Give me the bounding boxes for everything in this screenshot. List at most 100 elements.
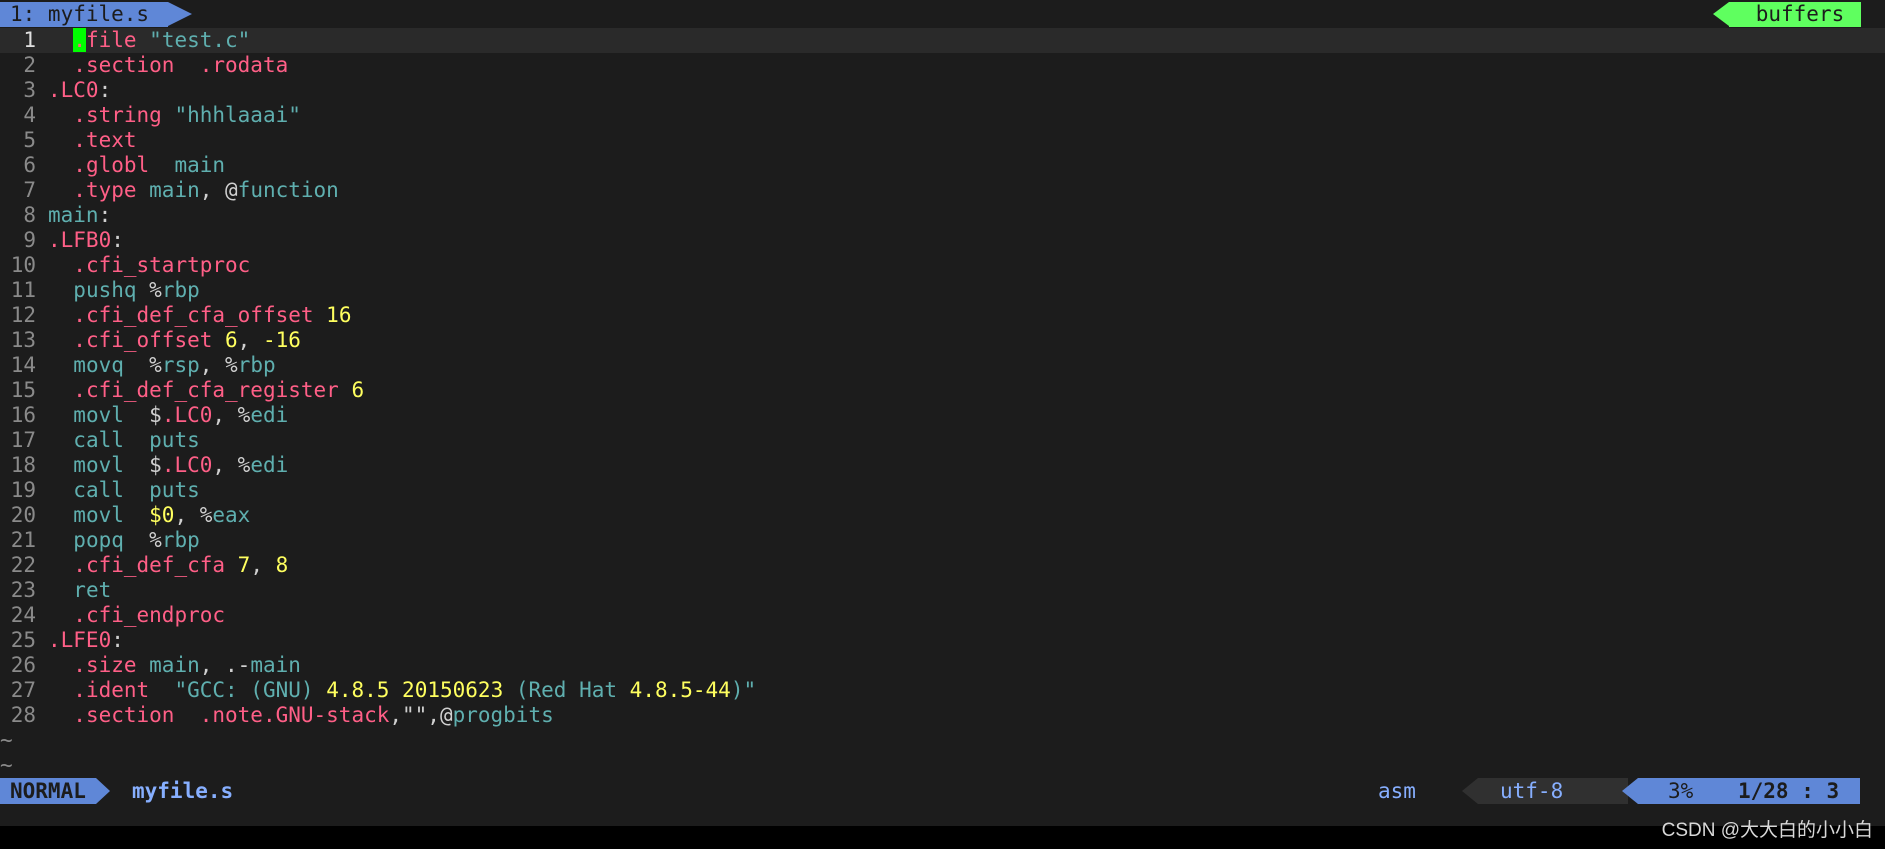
code-line[interactable]: 8 main: [0,203,1885,228]
status-position-box: 3% 1/28 : 3 [1638,778,1860,804]
code-text: movl $.LC0, %edi [48,453,288,478]
code-token: -16 [262,328,301,352]
code-token: )" [730,678,757,702]
line-number: 9 [23,228,36,252]
editor-buffer[interactable]: 1 .file "test.c" 2 .section .rodata 3 .LC0:… [0,28,1885,778]
code-text: call puts [48,428,199,453]
code-line[interactable]: 14 movq %rsp, %rbp [0,353,1885,378]
code-line[interactable]: 22 .cfi_def_cfa 7, 8 [0,553,1885,578]
line-number: 2 [23,53,36,77]
code-token: main [149,178,200,202]
code-token: call puts [73,478,200,502]
code-line[interactable]: 28 .section .note.GNU-stack,"",@progbits [0,703,1885,728]
code-line[interactable]: 20 movl $0, %eax [0,503,1885,528]
code-token: Red Hat [528,678,630,702]
code-text: .LFB0: [48,228,124,253]
code-text: .size main, .-main [48,653,301,678]
code-token: , % [212,403,251,427]
code-line[interactable]: 9 .LFB0: [0,228,1885,253]
code-text: .file "test.c" [48,28,250,53]
code-line[interactable]: 4 .string "hhhlaaai" [0,103,1885,128]
mode-arrow-separator [96,778,110,804]
tab-myfile[interactable]: 1: myfile.s [0,2,168,27]
code-token: file [85,28,150,52]
code-text: .cfi_startproc [48,253,250,278]
code-line[interactable]: 5 .text [0,128,1885,153]
code-line[interactable]: 24 .cfi_endproc [0,603,1885,628]
code-line[interactable]: 10 .cfi_startproc [0,253,1885,278]
code-token: : [98,203,112,227]
code-token: % [149,353,162,377]
line-number: 7 [23,178,36,202]
code-line[interactable]: 15 .cfi_def_cfa_register 6 [0,378,1885,403]
line-number: 15 [10,378,36,402]
line-number: 26 [10,653,36,677]
code-token: : [111,228,124,252]
code-line[interactable]: 23 ret [0,578,1885,603]
code-text: .cfi_def_cfa_register 6 [48,378,364,403]
buffers-label[interactable]: buffers [1729,2,1861,27]
line-number: 24 [10,603,36,627]
line-number: 20 [10,503,36,527]
line-number: 28 [10,703,36,727]
text-cursor: . [73,28,86,52]
code-token: , % [212,453,251,477]
code-line[interactable]: 6 .globl main [0,153,1885,178]
code-token: % [149,278,162,302]
code-token: .ident [73,678,175,702]
code-token: movq [73,353,150,377]
code-token: .LC0 [161,403,213,427]
code-token: $0 [149,503,175,527]
code-line[interactable]: 26 .size main, .-main [0,653,1885,678]
tabline: 1: myfile.s buffers [0,0,1885,28]
code-text: movl $0, %eax [48,503,250,528]
code-token: .LFE0 [48,628,112,652]
code-line[interactable]: 18 movl $.LC0, %edi [0,453,1885,478]
tab-arrow-separator [168,2,192,26]
code-line[interactable]: 3 .LC0: [0,78,1885,103]
code-text: ret [48,578,111,603]
code-text: .LFE0: [48,628,124,653]
code-token: rbp [161,278,200,302]
code-token: .cfi_offset [73,328,226,352]
code-token: 6 [351,378,365,402]
code-token: 8 [275,553,289,577]
code-line[interactable]: 25 .LFE0: [0,628,1885,653]
code-line[interactable]: 21 popq %rbp [0,528,1885,553]
code-line[interactable]: 27 .ident "GCC: (GNU) 4.8.5 20150623 (Re… [0,678,1885,703]
code-token: movl [73,453,150,477]
command-line[interactable] [0,826,1885,849]
code-line[interactable]: 13 .cfi_offset 6, -16 [0,328,1885,353]
line-number: 12 [10,303,36,327]
code-text: .section .note.GNU-stack,"",@progbits [48,703,553,728]
code-line[interactable]: 19 call puts [0,478,1885,503]
code-line[interactable]: 7 .type main, @function [0,178,1885,203]
code-line[interactable]: 16 movl $.LC0, %edi [0,403,1885,428]
mode-indicator: NORMAL [0,778,96,804]
code-text: .ident "GCC: (GNU) 4.8.5 20150623 (Red H… [48,678,756,703]
code-token: .cfi_def_cfa_register [73,378,352,402]
code-token: $ [149,403,162,427]
empty-line-tilde: ~ [0,753,13,777]
code-line[interactable]: 12 .cfi_def_cfa_offset 16 [0,303,1885,328]
code-token: .text [73,128,137,152]
line-number: 8 [23,203,36,227]
code-line[interactable]: 11 pushq %rbp [0,278,1885,303]
code-text: .type main, @function [48,178,339,203]
code-text: movq %rsp, %rbp [48,353,275,378]
code-token: % [149,528,162,552]
empty-line-tilde: ~ [0,728,13,752]
code-token: .size [73,653,150,677]
code-token: edi [250,403,289,427]
code-line[interactable]: 2 .section .rodata [0,53,1885,78]
code-token: .cfi_def_cfa [73,553,238,577]
code-line[interactable]: 17 call puts [0,428,1885,453]
code-text: .globl main [48,153,225,178]
code-token: .section .note.GNU-stack [73,703,390,727]
code-text: .LC0: [48,78,111,103]
line-number: 19 [10,478,36,502]
code-token: 4.8.5-44 [629,678,731,702]
code-token: .LC0 [161,453,213,477]
code-line[interactable]: 1 .file "test.c" [0,28,1885,53]
code-token: , % [174,503,213,527]
